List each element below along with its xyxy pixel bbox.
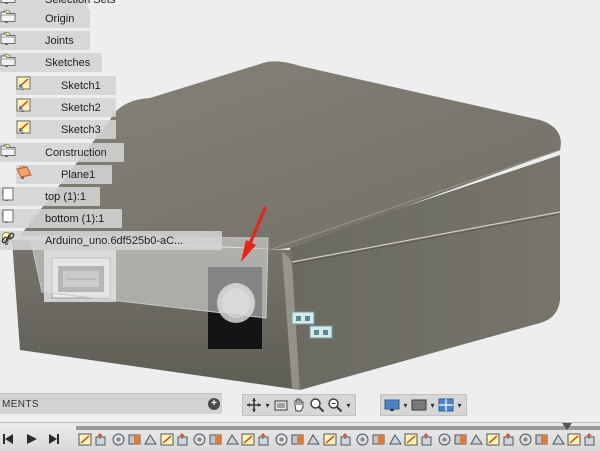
zoom-fit-icon[interactable]	[327, 397, 343, 413]
joint-glyph[interactable]	[309, 325, 333, 339]
timeline-feature-icon[interactable]	[241, 432, 256, 447]
tree-item-sketches[interactable]: Sketches	[0, 53, 102, 72]
component-icon	[2, 209, 37, 226]
display-settings-icon[interactable]	[384, 397, 400, 413]
tree-item-origin[interactable]: Origin	[0, 9, 90, 28]
folder-icon	[0, 145, 37, 160]
timeline-feature-icon[interactable]	[404, 432, 419, 447]
tree-item-label: bottom (1):1	[45, 212, 105, 225]
tree-item-bottom-1-1[interactable]: bottom (1):1	[0, 209, 122, 228]
navigation-toolbar: ▾ ▾	[242, 394, 356, 416]
tree-item-label: Sketch3	[61, 123, 101, 136]
timeline-track[interactable]	[76, 426, 600, 430]
timeline-feature-icon[interactable]	[502, 432, 517, 447]
timeline-feature-icon[interactable]	[551, 432, 566, 447]
plus-icon[interactable]: +	[208, 398, 220, 410]
tree-item-label: Sketch1	[61, 79, 101, 92]
tree-item-sketch1[interactable]: Sketch1	[16, 76, 116, 95]
folder-icon	[0, 0, 37, 7]
tree-item-construction[interactable]: Construction	[0, 143, 124, 162]
tree-item-label: Selection Sets	[45, 0, 123, 6]
step-back-icon[interactable]	[2, 432, 14, 446]
tree-item-joints[interactable]: Joints	[0, 31, 90, 50]
tree-item-sketch3[interactable]: Sketch3	[16, 120, 116, 139]
component-icon	[2, 187, 37, 204]
timeline-feature-icon[interactable]	[225, 432, 240, 447]
pan-icon[interactable]	[291, 397, 307, 413]
timeline-feature-icon[interactable]	[534, 432, 549, 447]
timeline-feature-icon[interactable]	[111, 432, 126, 447]
timeline-feature-icon[interactable]	[518, 432, 533, 447]
sketch-icon	[16, 76, 53, 93]
look-at-icon[interactable]	[273, 397, 289, 413]
tree-item-label: top (1):1	[45, 190, 86, 203]
timeline-feature-icon[interactable]	[583, 432, 598, 447]
sketch-icon	[16, 98, 53, 115]
timeline-feature-icon[interactable]	[453, 432, 468, 447]
comments-label: MENTS	[2, 398, 39, 410]
timeline-feature-icon[interactable]	[290, 432, 305, 447]
chevron-down-icon[interactable]: ▾	[429, 401, 436, 410]
timeline-feature-icon[interactable]	[388, 432, 403, 447]
timeline-feature-icon[interactable]	[323, 432, 338, 447]
canvas-viewport[interactable]: Selection Sets Origin Joints Sketches Sketch…	[0, 0, 600, 420]
chevron-down-icon[interactable]: ▾	[345, 401, 352, 410]
folder-icon	[0, 33, 37, 48]
tree-item-label: Sketches	[45, 56, 91, 69]
chevron-down-icon[interactable]: ▾	[264, 401, 271, 410]
timeline-feature-icon[interactable]	[94, 432, 109, 447]
timeline-feature-icon[interactable]	[192, 432, 207, 447]
visual-style-icon[interactable]	[411, 397, 427, 413]
tree-item-top-1-1[interactable]: top (1):1	[0, 187, 100, 206]
timeline-feature-icon[interactable]	[208, 432, 223, 447]
plane-icon	[16, 166, 53, 182]
joint-glyph[interactable]	[291, 311, 315, 325]
tree-item-label: Sketch2	[61, 101, 101, 114]
timeline-feature-icon[interactable]	[176, 432, 191, 447]
timeline-feature-icon[interactable]	[339, 432, 354, 447]
link-icon	[1, 232, 37, 248]
timeline-feature-icon[interactable]	[469, 432, 484, 447]
orbit-icon[interactable]	[246, 397, 262, 413]
step-end-icon[interactable]	[48, 432, 60, 446]
play-icon[interactable]	[26, 432, 38, 446]
folder-icon	[0, 11, 37, 26]
timeline-feature-icon[interactable]	[127, 432, 142, 447]
zoom-icon[interactable]	[309, 397, 325, 413]
timeline-feature-icon[interactable]	[78, 432, 93, 447]
tree-item-label: Arduino_uno.6df525b0-aC...	[45, 234, 184, 247]
timeline-feature-icon[interactable]	[274, 432, 289, 447]
display-toolbar: ▾ ▾ ▾	[380, 394, 467, 416]
tree-item-label: Plane1	[61, 168, 96, 181]
tree-item-label: Joints	[45, 34, 74, 47]
timeline-marker[interactable]	[562, 423, 572, 430]
timeline-feature-icon[interactable]	[567, 432, 582, 447]
timeline-feature-icon[interactable]	[257, 432, 272, 447]
tree-item-selection-sets[interactable]: Selection Sets	[0, 0, 115, 9]
timeline-feature-icon[interactable]	[306, 432, 321, 447]
timeline-feature-icon[interactable]	[160, 432, 175, 447]
sketch-icon	[16, 120, 53, 137]
grid-icon[interactable]	[438, 397, 454, 413]
tree-item-label: Origin	[45, 12, 75, 25]
timeline-feature-icon[interactable]	[371, 432, 386, 447]
timeline-feature-icon[interactable]	[437, 432, 452, 447]
tree-item-plane1[interactable]: Plane1	[16, 165, 112, 184]
timeline-feature-icon[interactable]	[355, 432, 370, 447]
timeline-feature-icon[interactable]	[143, 432, 158, 447]
tree-item-arduino-uno-6df525b0-ac[interactable]: Arduino_uno.6df525b0-aC...	[0, 231, 222, 250]
chevron-down-icon[interactable]: ▾	[402, 401, 409, 410]
comments-panel-header[interactable]: MENTS +	[0, 393, 222, 414]
timeline-feature-icon[interactable]	[486, 432, 501, 447]
timeline-feature-icon[interactable]	[420, 432, 435, 447]
tree-item-sketch2[interactable]: Sketch2	[16, 98, 116, 117]
folder-icon	[0, 55, 37, 70]
tree-item-label: Construction	[45, 146, 107, 159]
chevron-down-icon[interactable]: ▾	[456, 401, 463, 410]
